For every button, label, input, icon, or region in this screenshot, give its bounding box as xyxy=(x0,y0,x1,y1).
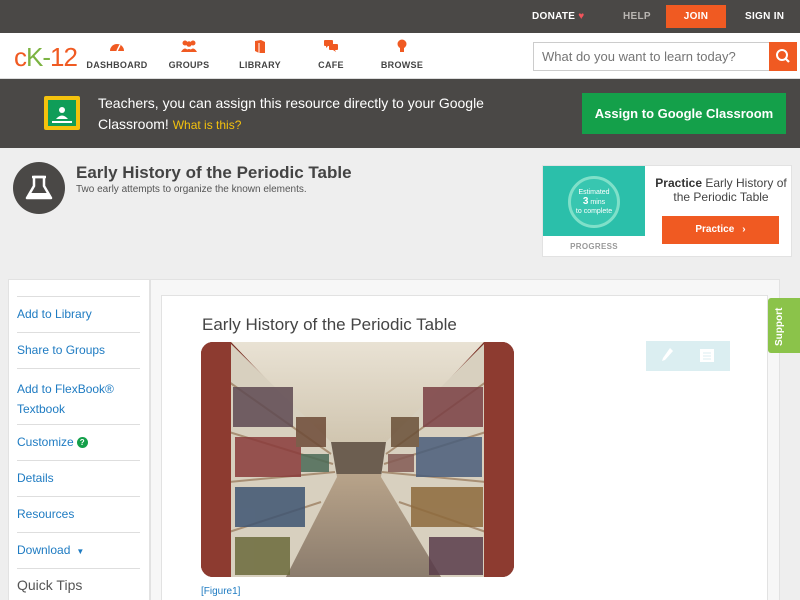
classroom-message: Teachers, you can assign this resource d… xyxy=(98,93,498,136)
sidebar-item-label: Download xyxy=(17,543,71,557)
google-classroom-icon xyxy=(44,96,80,130)
page-title: Early History of the Periodic Table xyxy=(76,163,352,182)
estimate-suffix: to complete xyxy=(575,208,613,215)
page-subtitle: Two early attempts to organize the known… xyxy=(76,184,307,195)
what-is-this-link[interactable]: What is this? xyxy=(173,118,242,132)
help-icon[interactable]: ? xyxy=(76,437,88,448)
nav-browse[interactable]: BROWSE xyxy=(367,39,437,70)
sign-in-link[interactable]: SIGN IN xyxy=(745,0,784,33)
sidebar-item-label: Share to Groups xyxy=(17,343,106,357)
estimate-badge: Estimated 3 mins to complete xyxy=(568,176,620,228)
annotation-tools xyxy=(646,341,730,371)
main-navbar: cK-12 DASHBOARD GROUPS LIBRARY CAFE BROW… xyxy=(0,33,800,79)
sidebar-item-resources[interactable]: Resources xyxy=(17,496,140,532)
sidebar-item-label: Details xyxy=(17,471,54,485)
top-utility-bar: DONATE ♥ HELP JOIN SIGN IN xyxy=(0,0,800,33)
assign-google-classroom-button[interactable]: Assign to Google Classroom xyxy=(582,93,786,134)
google-classroom-banner: Teachers, you can assign this resource d… xyxy=(0,79,800,148)
sidebar-item-add-to-flexbook[interactable]: Add to FlexBook® Textbook xyxy=(17,368,140,424)
sidebar-item-share-to-groups[interactable]: Share to Groups xyxy=(17,332,140,368)
groups-icon xyxy=(154,39,224,55)
nav-browse-label: BROWSE xyxy=(380,60,424,70)
practice-card: Estimated 3 mins to complete PROGRESS Pr… xyxy=(542,165,792,257)
sidebar-item-download[interactable]: Download ▼ xyxy=(17,532,140,568)
nav-dashboard-label: DASHBOARD xyxy=(86,60,148,70)
sidebar-item-add-to-library[interactable]: Add to Library xyxy=(17,296,140,332)
practice-button-label: Practice xyxy=(695,224,735,235)
sidebar-item-label: Customize xyxy=(17,435,74,449)
ck12-logo[interactable]: cK-12 xyxy=(14,42,78,73)
estimate-unit: mins xyxy=(590,199,606,206)
join-button[interactable]: JOIN xyxy=(666,5,726,28)
nav-library[interactable]: LIBRARY xyxy=(225,39,295,70)
resource-sidebar: Add to Library Share to Groups Add to Fl… xyxy=(8,279,150,600)
figure-caption-link[interactable]: [Figure1] xyxy=(201,586,240,597)
nav-cafe[interactable]: CAFE xyxy=(296,39,366,70)
chemistry-icon xyxy=(13,162,65,214)
sidebar-item-customize[interactable]: Customize? xyxy=(17,424,140,460)
practice-title-bold: Practice xyxy=(655,176,702,190)
chevron-right-icon: › xyxy=(742,224,746,235)
cafe-icon xyxy=(296,39,366,55)
logo-dash: - xyxy=(42,42,51,72)
progress-label: PROGRESS xyxy=(570,242,618,251)
notes-icon[interactable] xyxy=(700,349,714,362)
sidebar-item-details[interactable]: Details xyxy=(17,460,140,496)
estimate-label: Estimated xyxy=(578,189,610,196)
sidebar-item-label: Add to FlexBook® Textbook xyxy=(17,382,114,416)
nav-groups-label: GROUPS xyxy=(168,60,210,70)
logo-c: c xyxy=(14,42,27,72)
donate-label: DONATE xyxy=(532,11,576,22)
practice-button[interactable]: Practice › xyxy=(662,216,779,244)
dashboard-icon xyxy=(82,39,152,55)
heart-icon: ♥ xyxy=(578,11,585,22)
library-shelves-image xyxy=(201,342,514,577)
progress-graphic: Estimated 3 mins to complete xyxy=(543,166,645,236)
sidebar-divider xyxy=(17,568,140,572)
sidebar-item-label: Add to Library xyxy=(17,307,92,321)
donate-link[interactable]: DONATE ♥ xyxy=(532,0,585,33)
search-button[interactable] xyxy=(769,42,797,71)
help-link[interactable]: HELP xyxy=(623,0,651,33)
practice-title: Practice Early History of the Periodic T… xyxy=(655,176,787,204)
support-tab[interactable]: Support xyxy=(768,298,800,353)
search-input[interactable] xyxy=(533,42,769,71)
nav-groups[interactable]: GROUPS xyxy=(154,39,224,70)
search-icon xyxy=(776,49,790,63)
classroom-text: Teachers, you can assign this resource d… xyxy=(98,95,484,132)
quick-tips-heading[interactable]: Quick Tips xyxy=(17,577,82,593)
estimate-minutes: 3 xyxy=(582,196,589,207)
content-title: Early History of the Periodic Table xyxy=(202,315,457,334)
library-icon xyxy=(225,39,295,55)
sidebar-item-label: Resources xyxy=(17,507,75,521)
nav-cafe-label: CAFE xyxy=(318,60,344,70)
logo-k: K xyxy=(26,42,43,72)
pencil-icon[interactable] xyxy=(660,347,674,366)
nav-library-label: LIBRARY xyxy=(239,60,281,70)
lightbulb-icon xyxy=(367,39,437,55)
caret-down-icon: ▼ xyxy=(76,547,85,556)
logo-12: 12 xyxy=(50,42,78,72)
nav-dashboard[interactable]: DASHBOARD xyxy=(82,39,152,70)
support-label: Support xyxy=(774,307,785,346)
